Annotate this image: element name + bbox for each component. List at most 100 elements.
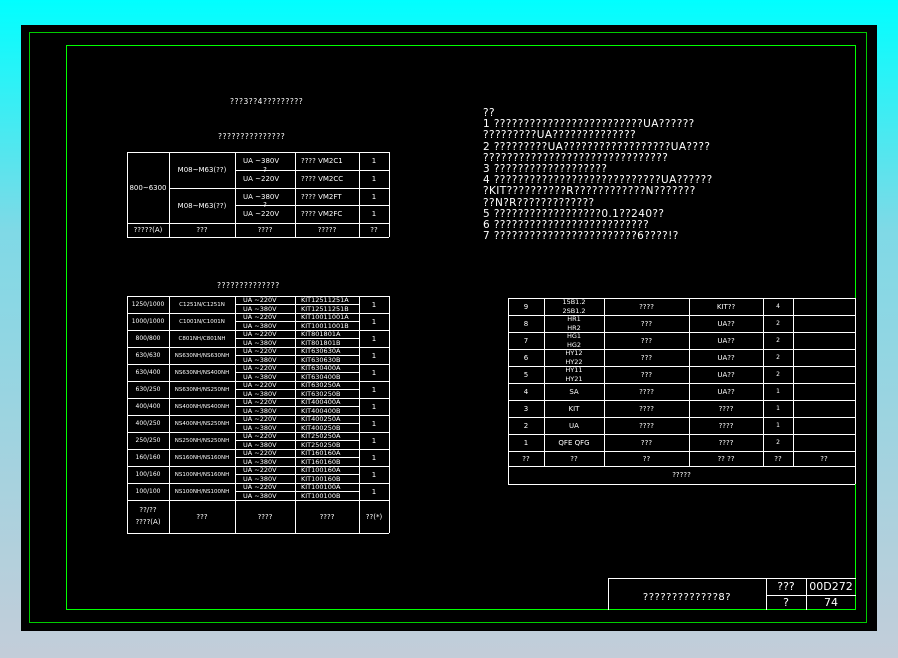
qty-cell: 1 [371,402,377,411]
voltage-cell: UA ~220V [243,330,277,338]
part-number-cell: 2 [523,421,529,430]
footer-cell: ???? [319,512,335,521]
parts-table-caption: ????? [672,471,691,479]
part-name-cell: ???? [639,387,654,396]
voltage-cell: UA ~380V [243,474,277,483]
kit-cell: KIT801801B [301,338,341,347]
grid-line [793,298,794,466]
voltage-cell: UA ~220V [243,210,280,218]
rating-cell: 1250/1000 [131,300,165,308]
voltage-cell: UA ~380V [243,304,277,313]
drawing-name: ?????????????8? [642,592,732,603]
breaker-cell: C1251N/C1251N [179,301,225,308]
voltage-cell: UA ~380V [243,372,277,381]
part-qty-cell: 2 [776,319,780,327]
rating-cell: 250/250 [135,436,161,444]
qty-cell: 1 [371,368,377,377]
drawing-sheet: ??? 3?? 4????????? ??????????????? 800~630… [21,25,877,631]
breaker-cell: M08~M63(??) [177,201,227,210]
kit-cell: KIT801801A [301,330,341,338]
part-number-cell: 6 [523,353,529,362]
part-code-cell: UA [569,421,579,430]
parts-header-cell: ?? [820,454,828,463]
part-name-cell: ???? [639,404,654,413]
range-cell: 800~6300 [129,183,167,192]
rating-cell: 800/800 [135,334,161,342]
breaker-cell: NS100NH/NS160NH [174,471,230,478]
breaker-cell: NS400NH/NS400NH [174,403,230,410]
voltage-cell: UA ~220V [243,347,277,355]
voltage-cell: UA ~380V [243,389,277,398]
part-code-cell: HG2 [566,340,582,349]
voltage-cell: UA ~380V [243,423,277,432]
kit-cell: KIT12511251B [301,304,349,313]
voltage-cell: UA ~380V [243,440,277,449]
footer-cell: ???? [257,512,273,521]
mid-table-title: ?????????????? [217,281,280,290]
part-number-cell: 4 [523,387,529,396]
footer-cell: ????(A) [135,518,161,526]
note-line: ?????????UA?????????????? [483,129,637,142]
part-code-cell: HG1 [566,332,582,340]
breaker-cell: NS630NH/NS630NH [174,352,230,359]
top-table-title-2: ??????????????? [218,132,286,141]
part-code-cell: HY12 [565,349,583,357]
part-qty-cell: 2 [776,353,780,361]
footer-cell: ??(*) [365,512,383,521]
note-line: 7 ????????????????????????6????!? [483,230,679,243]
rating-cell: 630/400 [135,368,161,376]
part-number-cell: 1 [523,438,529,447]
control-cell: ???? VM2C1 [301,157,343,165]
part-code-cell: HR1 [567,315,581,323]
page-number: 74 [824,596,838,609]
voltage-cell: UA ~220V [243,364,277,372]
kit-cell: KIT400250A [301,415,341,423]
part-model-cell: ???? [718,404,734,413]
part-model-cell: UA?? [717,370,735,379]
part-name-cell: ??? [640,319,653,328]
footer-cell: ???? [257,226,273,234]
part-model-cell: UA?? [717,319,735,328]
notes-block: ?? 1 ?????????????????????????UA?????? ?… [483,107,713,243]
kit-cell: KIT10011001B [301,321,349,330]
part-code-cell: HY21 [565,374,583,383]
part-qty-cell: 2 [776,438,780,446]
qty-cell: 1 [371,317,377,326]
part-number-cell: 7 [523,336,529,345]
part-model-cell: UA?? [717,336,735,345]
kit-cell: KIT10011001A [301,313,349,321]
part-name-cell: ??? [640,370,653,379]
part-number-cell: 8 [523,319,529,328]
breaker-cell: C801NH/C801NH [178,335,226,342]
voltage-cell: UA ~220V [243,398,277,406]
kit-cell: KIT630400A [301,364,341,372]
part-qty-cell: 1 [776,387,780,395]
part-code-cell: HY22 [565,357,583,366]
part-code-cell: HY11 [565,366,583,374]
part-code-cell: QFE QFG [558,438,590,447]
part-number-cell: 3 [523,404,529,413]
parts-header-cell: ?? [642,454,651,463]
footer-cell: ??/?? [139,506,157,514]
part-code-cell: 15B1.2 [562,298,586,306]
part-qty-cell: 2 [776,336,780,344]
kit-cell: KIT100160B [301,474,341,483]
breaker-cell: NS100NH/NS100NH [174,488,230,495]
drawing-number: 00D272 [809,580,853,593]
voltage-cell: UA ~380V [243,321,277,330]
kit-cell: KIT630400B [301,372,341,381]
part-model-cell: UA?? [717,353,735,362]
part-model-cell: ???? [718,438,734,447]
rating-cell: 630/250 [135,385,161,393]
voltage-cell: UA ~380V [243,491,277,500]
kit-cell: KIT160160A [301,449,341,457]
control-cell: ???? VM2FC [301,210,343,218]
part-name-cell: ??? [640,438,653,447]
qty-cell: 1 [371,487,377,496]
voltage-cell: UA ~220V [243,381,277,389]
qty-cell: 1 [371,419,377,428]
part-model-cell: KIT?? [716,302,736,311]
voltage-cell: UA ~220V [243,466,277,474]
footer-cell: ????? [317,226,337,234]
part-name-cell: ???? [639,302,654,311]
